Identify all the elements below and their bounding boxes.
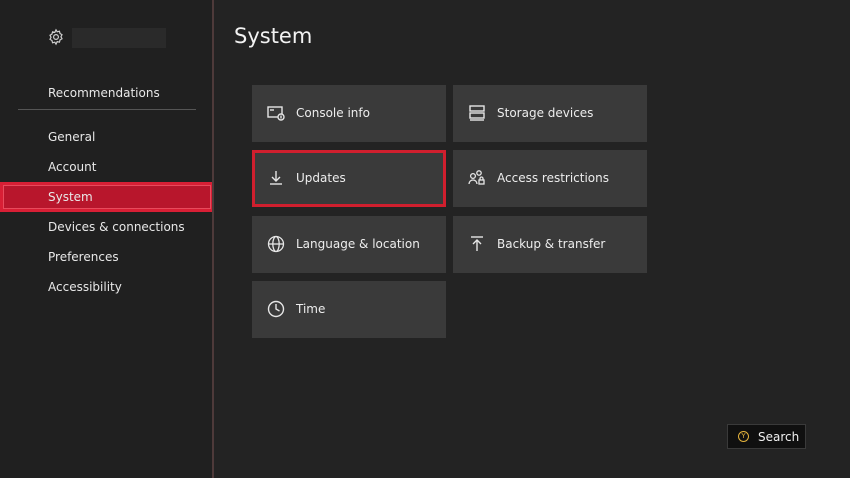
page-title: System (234, 24, 313, 48)
tile-label: Time (296, 302, 326, 316)
tile-label: Backup & transfer (497, 237, 606, 251)
sidebar: Recommendations General Account System D… (0, 0, 214, 478)
sidebar-item-account[interactable]: Account (0, 152, 212, 182)
upload-icon (467, 234, 487, 254)
sidebar-item-label: Accessibility (48, 280, 122, 294)
sidebar-item-label: Recommendations (48, 86, 160, 100)
sidebar-item-devices-connections[interactable]: Devices & connections (0, 212, 212, 242)
tile-updates[interactable]: Updates (252, 150, 446, 207)
clock-icon (266, 299, 286, 319)
storage-devices-icon (467, 103, 487, 123)
tile-label: Access restrictions (497, 171, 610, 185)
sidebar-item-label: System (48, 190, 93, 204)
account-name-placeholder (72, 28, 166, 48)
sidebar-item-system[interactable]: System (0, 182, 214, 212)
sidebar-item-preferences[interactable]: Preferences (0, 242, 212, 272)
tile-label: Storage devices (497, 106, 594, 120)
tile-language-location[interactable]: Language & location (252, 216, 446, 273)
tile-console-info[interactable]: Console info (252, 85, 446, 142)
sidebar-item-accessibility[interactable]: Accessibility (0, 272, 212, 302)
sidebar-item-label: General (48, 130, 96, 144)
sidebar-item-general[interactable]: General (0, 122, 212, 152)
tile-backup-transfer[interactable]: Backup & transfer (453, 216, 647, 273)
sidebar-border (212, 0, 214, 478)
tile-access-restrictions[interactable]: Access restrictions (453, 150, 647, 207)
console-info-icon (266, 103, 286, 123)
tile-label: Console info (296, 106, 370, 120)
globe-icon (266, 234, 286, 254)
tile-time[interactable]: Time (252, 281, 446, 338)
download-icon (266, 168, 286, 188)
search-button[interactable]: Y Search (727, 424, 806, 449)
sidebar-item-label: Account (48, 160, 97, 174)
sidebar-divider (18, 109, 196, 110)
tile-label: Language & location (296, 237, 420, 251)
sidebar-item-label: Devices & connections (48, 220, 185, 234)
people-lock-icon (467, 168, 487, 188)
y-button-icon: Y (738, 431, 749, 442)
sidebar-item-recommendations[interactable]: Recommendations (0, 78, 212, 108)
gear-icon[interactable] (47, 28, 65, 46)
sidebar-item-label: Preferences (48, 250, 119, 264)
tile-label: Updates (296, 171, 346, 185)
search-label: Search (758, 430, 800, 444)
tile-storage-devices[interactable]: Storage devices (453, 85, 647, 142)
